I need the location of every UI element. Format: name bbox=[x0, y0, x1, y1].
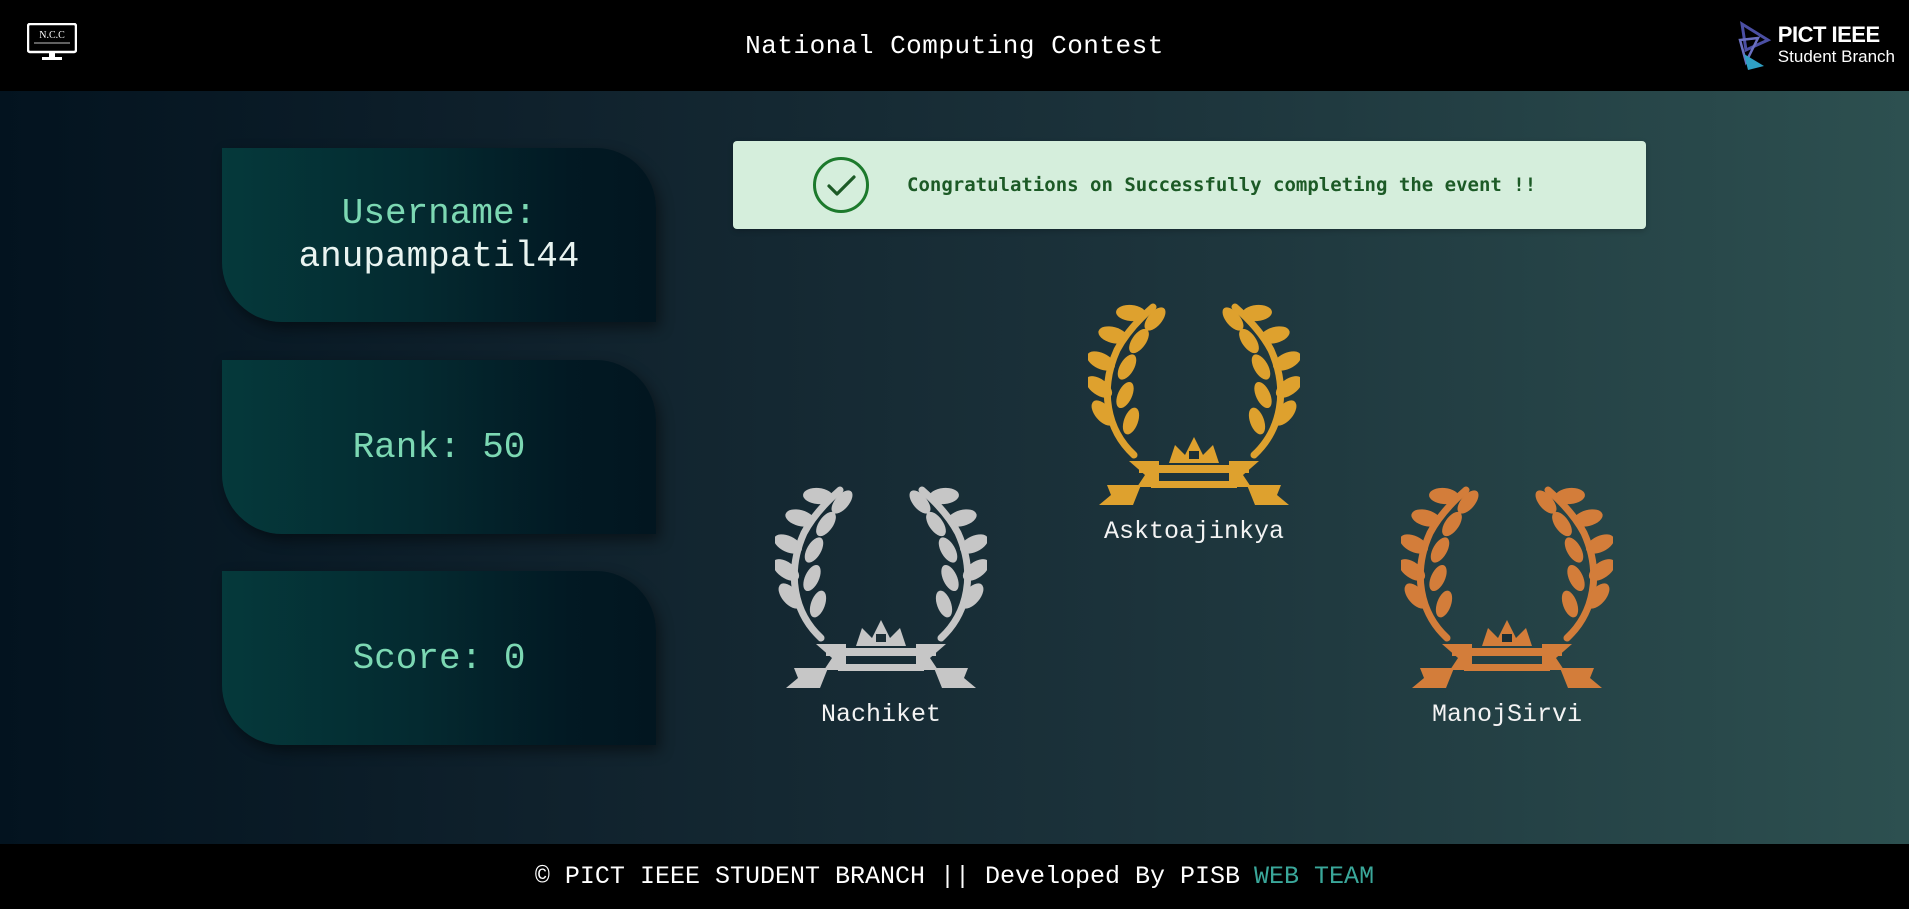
gold-laurel-icon bbox=[1088, 295, 1300, 507]
leaderboard-third: ManojSirvi bbox=[1397, 478, 1617, 729]
main-content: Username: anupampatil44 Rank: 50 Score: … bbox=[0, 91, 1909, 844]
third-place-name: ManojSirvi bbox=[1431, 700, 1583, 729]
success-message: Congratulations on Successfully completi… bbox=[907, 174, 1537, 196]
success-alert: Congratulations on Successfully completi… bbox=[733, 141, 1646, 229]
pisb-logo[interactable]: PICT IEEE Student Branch bbox=[1738, 18, 1895, 70]
bronze-laurel-icon bbox=[1401, 478, 1613, 690]
leaderboard-second: Nachiket bbox=[771, 478, 991, 729]
page-title: National Computing Contest bbox=[745, 30, 1164, 61]
first-place-name: Asktoajinkya bbox=[1103, 517, 1285, 546]
score-card: Score: 0 bbox=[222, 571, 656, 745]
web-team-link[interactable]: WEB TEAM bbox=[1254, 862, 1374, 891]
top-navbar: N.C.C National Computing Contest PICT IE… bbox=[0, 0, 1909, 91]
pisb-logo-icon bbox=[1738, 21, 1771, 70]
page-footer: © PICT IEEE STUDENT BRANCH || Developed … bbox=[0, 844, 1909, 909]
score-value: 0 bbox=[503, 637, 526, 679]
username-card: Username: anupampatil44 bbox=[222, 148, 656, 322]
leaderboard-first: Asktoajinkya bbox=[1084, 295, 1304, 546]
second-place-name: Nachiket bbox=[820, 700, 942, 729]
ncc-logo-text: N.C.C bbox=[39, 30, 65, 41]
score-label: Score: bbox=[352, 637, 483, 679]
pisb-logo-line2: Student Branch bbox=[1777, 46, 1895, 66]
rank-card: Rank: 50 bbox=[222, 360, 656, 534]
pisb-logo-line1: PICT IEEE bbox=[1777, 21, 1880, 47]
username-value: anupampatil44 bbox=[298, 236, 580, 277]
silver-laurel-icon bbox=[775, 478, 987, 690]
check-circle-icon bbox=[813, 157, 869, 213]
ncc-logo-icon[interactable]: N.C.C bbox=[27, 23, 77, 61]
username-label: Username: bbox=[341, 193, 537, 234]
rank-label: Rank: bbox=[352, 426, 461, 468]
rank-value: 50 bbox=[482, 426, 526, 468]
footer-text: © PICT IEEE STUDENT BRANCH || Developed … bbox=[534, 862, 1241, 891]
